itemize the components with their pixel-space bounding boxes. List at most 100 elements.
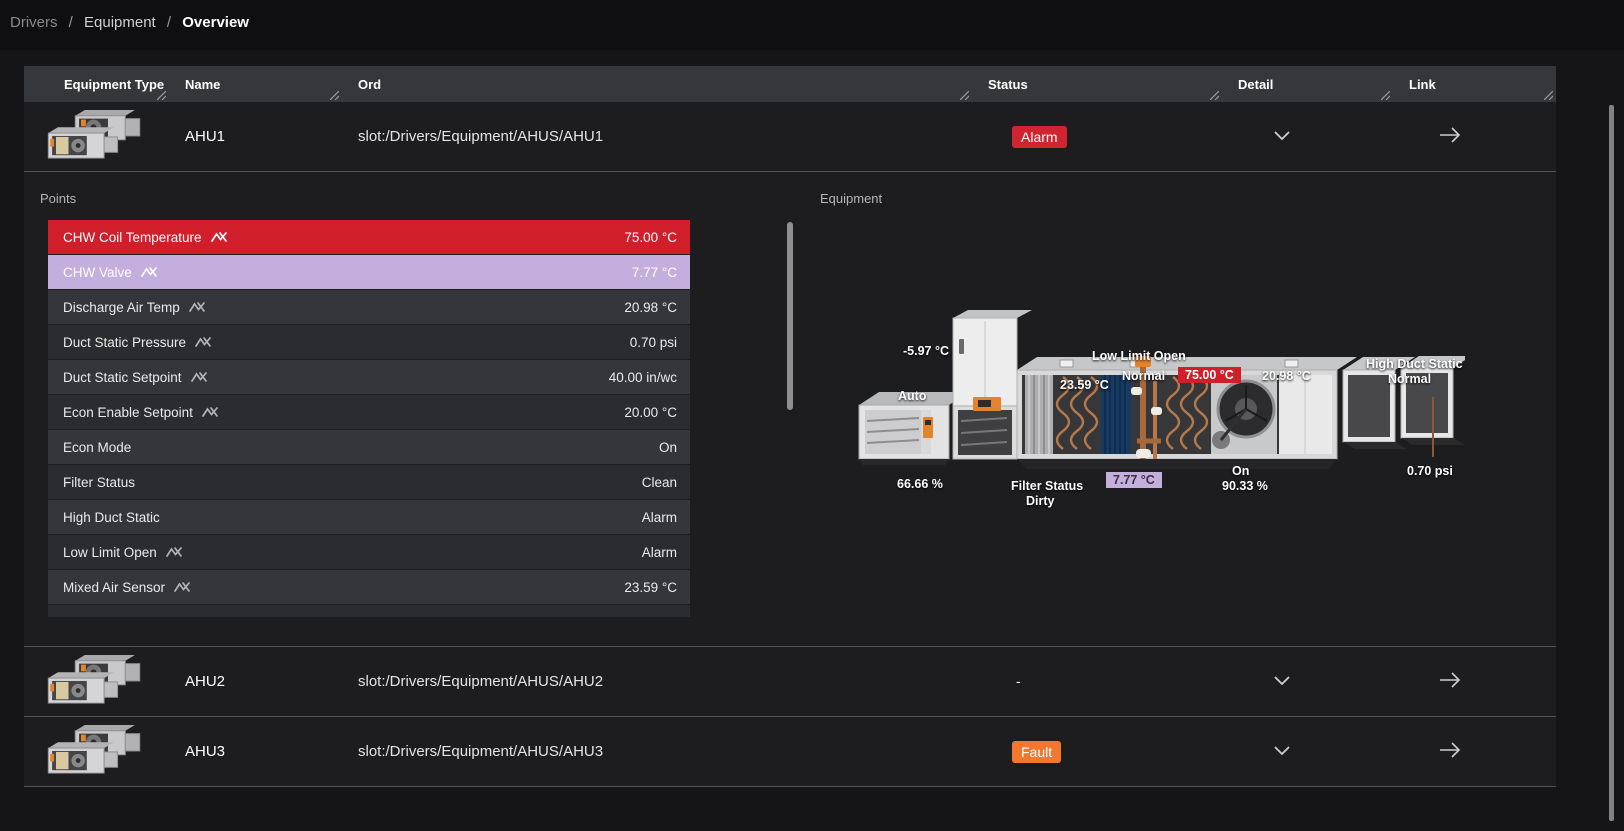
column-header-equipment-type[interactable]: Equipment Type <box>24 66 169 102</box>
equipment-name: AHU2 <box>169 673 342 690</box>
point-value: 0.70 psi <box>630 335 677 350</box>
point-value: 75.00 °C <box>624 230 677 245</box>
breadcrumb: Drivers / Equipment / Overview <box>10 14 249 31</box>
column-header-status[interactable]: Status <box>972 66 1222 102</box>
status-badge-fault: Fault <box>1012 741 1061 763</box>
point-label: CHW Coil Temperature <box>63 230 202 245</box>
point-row[interactable]: Discharge Air Temp 20.98 °C <box>48 290 690 324</box>
column-header-ord[interactable]: Ord <box>342 66 972 102</box>
discharge-temp-label: 20.98 °C <box>1262 369 1311 383</box>
duct-pressure-label: 0.70 psi <box>1407 464 1453 478</box>
trend-chart-icon[interactable] <box>174 580 191 594</box>
column-resize-handle[interactable] <box>1381 91 1390 100</box>
column-resize-handle[interactable] <box>1210 91 1219 100</box>
points-scrollbar-thumb[interactable] <box>787 222 793 410</box>
point-value: 20.00 °C <box>624 405 677 420</box>
point-row[interactable]: CHW Valve 7.77 °C <box>48 255 690 289</box>
point-row[interactable]: Duct Static Pressure 0.70 psi <box>48 325 690 359</box>
column-header-detail[interactable]: Detail <box>1222 66 1393 102</box>
equipment-table: Equipment Type Name Ord Status Detail Li… <box>24 66 1556 787</box>
status-text: - <box>1016 673 1021 689</box>
high-duct-static-label: High Duct Static <box>1366 357 1463 371</box>
points-list: CHW Coil Temperature 75.00 °C CHW Valve … <box>48 220 690 617</box>
point-label: High Duct Static <box>63 510 160 525</box>
ahu-thumbnail-image <box>46 724 143 776</box>
equipment-section-title: Equipment <box>820 191 882 206</box>
column-resize-handle[interactable] <box>330 91 339 100</box>
point-value: 7.77 °C <box>632 265 677 280</box>
point-value: 23.59 °C <box>624 580 677 595</box>
breadcrumb-separator: / <box>167 14 171 31</box>
breadcrumb-separator: / <box>69 14 73 31</box>
column-header-name[interactable]: Name <box>169 66 342 102</box>
point-row[interactable]: Filter Status Clean <box>48 465 690 499</box>
fan-pct-label: 90.33 % <box>1222 479 1268 493</box>
equipment-name: AHU3 <box>169 743 342 760</box>
link-arrow-button[interactable] <box>1439 742 1463 760</box>
trend-chart-icon[interactable] <box>191 370 208 384</box>
equipment-ord: slot:/Drivers/Equipment/AHUS/AHU3 <box>342 743 972 760</box>
damper-pct-label: 66.66 % <box>897 477 943 491</box>
table-row-ahu1[interactable]: AHU1 slot:/Drivers/Equipment/AHUS/AHU1 A… <box>24 102 1556 172</box>
point-value: Clean <box>642 475 677 490</box>
point-row[interactable]: Duct Static Setpoint 40.00 in/wc <box>48 360 690 394</box>
point-row[interactable]: Econ Enable Setpoint 20.00 °C <box>48 395 690 429</box>
point-value: 40.00 in/wc <box>609 370 677 385</box>
ahu-thumbnail-image <box>46 654 143 706</box>
point-value: On <box>659 440 677 455</box>
trend-chart-icon[interactable] <box>157 615 174 617</box>
point-row[interactable]: High Duct Static Alarm <box>48 500 690 534</box>
table-row-ahu3[interactable]: AHU3 slot:/Drivers/Equipment/AHUS/AHU3 F… <box>24 717 1556 787</box>
column-resize-handle[interactable] <box>960 91 969 100</box>
top-bar: Drivers / Equipment / Overview <box>0 0 1624 50</box>
oa-temp-label: -5.97 °C <box>903 344 949 358</box>
mixed-air-temp-label: 23.59 °C <box>1060 378 1109 392</box>
point-label: Low Limit Open <box>63 545 157 560</box>
point-row[interactable]: OA Wall Temp <box>48 605 690 617</box>
point-row[interactable]: Mixed Air Sensor 23.59 °C <box>48 570 690 604</box>
ahu-diagram-graphic <box>855 309 1465 489</box>
point-label: Discharge Air Temp <box>63 300 180 315</box>
link-arrow-button[interactable] <box>1439 127 1463 145</box>
column-resize-handle[interactable] <box>157 91 166 100</box>
detail-expander-button[interactable] <box>1274 743 1294 757</box>
breadcrumb-drivers[interactable]: Drivers <box>10 14 58 31</box>
link-arrow-button[interactable] <box>1439 672 1463 690</box>
table-row-ahu2[interactable]: AHU2 slot:/Drivers/Equipment/AHUS/AHU2 - <box>24 647 1556 717</box>
filter-status-value: Dirty <box>1026 494 1054 508</box>
ahu1-detail-panel: Points CHW Coil Temperature 75.00 °C CHW… <box>24 172 1556 647</box>
point-label: Duct Static Setpoint <box>63 370 182 385</box>
point-value: Alarm <box>642 510 677 525</box>
status-badge-alarm: Alarm <box>1012 126 1067 148</box>
trend-chart-icon[interactable] <box>195 335 212 349</box>
detail-expander-button[interactable] <box>1274 128 1294 142</box>
equipment-ord: slot:/Drivers/Equipment/AHUS/AHU1 <box>342 128 972 145</box>
column-resize-handle[interactable] <box>1544 91 1553 100</box>
point-label: Econ Mode <box>63 440 131 455</box>
equipment-panel: Equipment <box>800 179 1550 639</box>
chw-valve-temp-badge: 7.77 °C <box>1106 472 1162 488</box>
point-label: Filter Status <box>63 475 135 490</box>
column-header-link[interactable]: Link <box>1393 66 1556 102</box>
detail-expander-button[interactable] <box>1274 673 1294 687</box>
trend-chart-icon[interactable] <box>202 405 219 419</box>
low-limit-label: Low Limit Open <box>1092 349 1186 363</box>
trend-chart-icon[interactable] <box>166 545 183 559</box>
point-row[interactable]: CHW Coil Temperature 75.00 °C <box>48 220 690 254</box>
page-scrollbar-thumb[interactable] <box>1609 105 1614 821</box>
breadcrumb-overview: Overview <box>182 14 249 31</box>
ahu-thumbnail-image <box>46 109 143 161</box>
point-row[interactable]: Low Limit Open Alarm <box>48 535 690 569</box>
point-label: OA Wall Temp <box>63 615 148 618</box>
trend-chart-icon[interactable] <box>189 300 206 314</box>
damper-mode-label: Auto <box>898 389 926 403</box>
breadcrumb-equipment[interactable]: Equipment <box>84 14 156 31</box>
point-label: Econ Enable Setpoint <box>63 405 193 420</box>
equipment-ord: slot:/Drivers/Equipment/AHUS/AHU2 <box>342 673 972 690</box>
fan-status-label: On <box>1232 464 1249 478</box>
trend-chart-icon[interactable] <box>141 265 158 279</box>
low-limit-value: Normal <box>1122 369 1165 383</box>
point-label: Duct Static Pressure <box>63 335 186 350</box>
point-row[interactable]: Econ Mode On <box>48 430 690 464</box>
trend-chart-icon[interactable] <box>211 230 228 244</box>
